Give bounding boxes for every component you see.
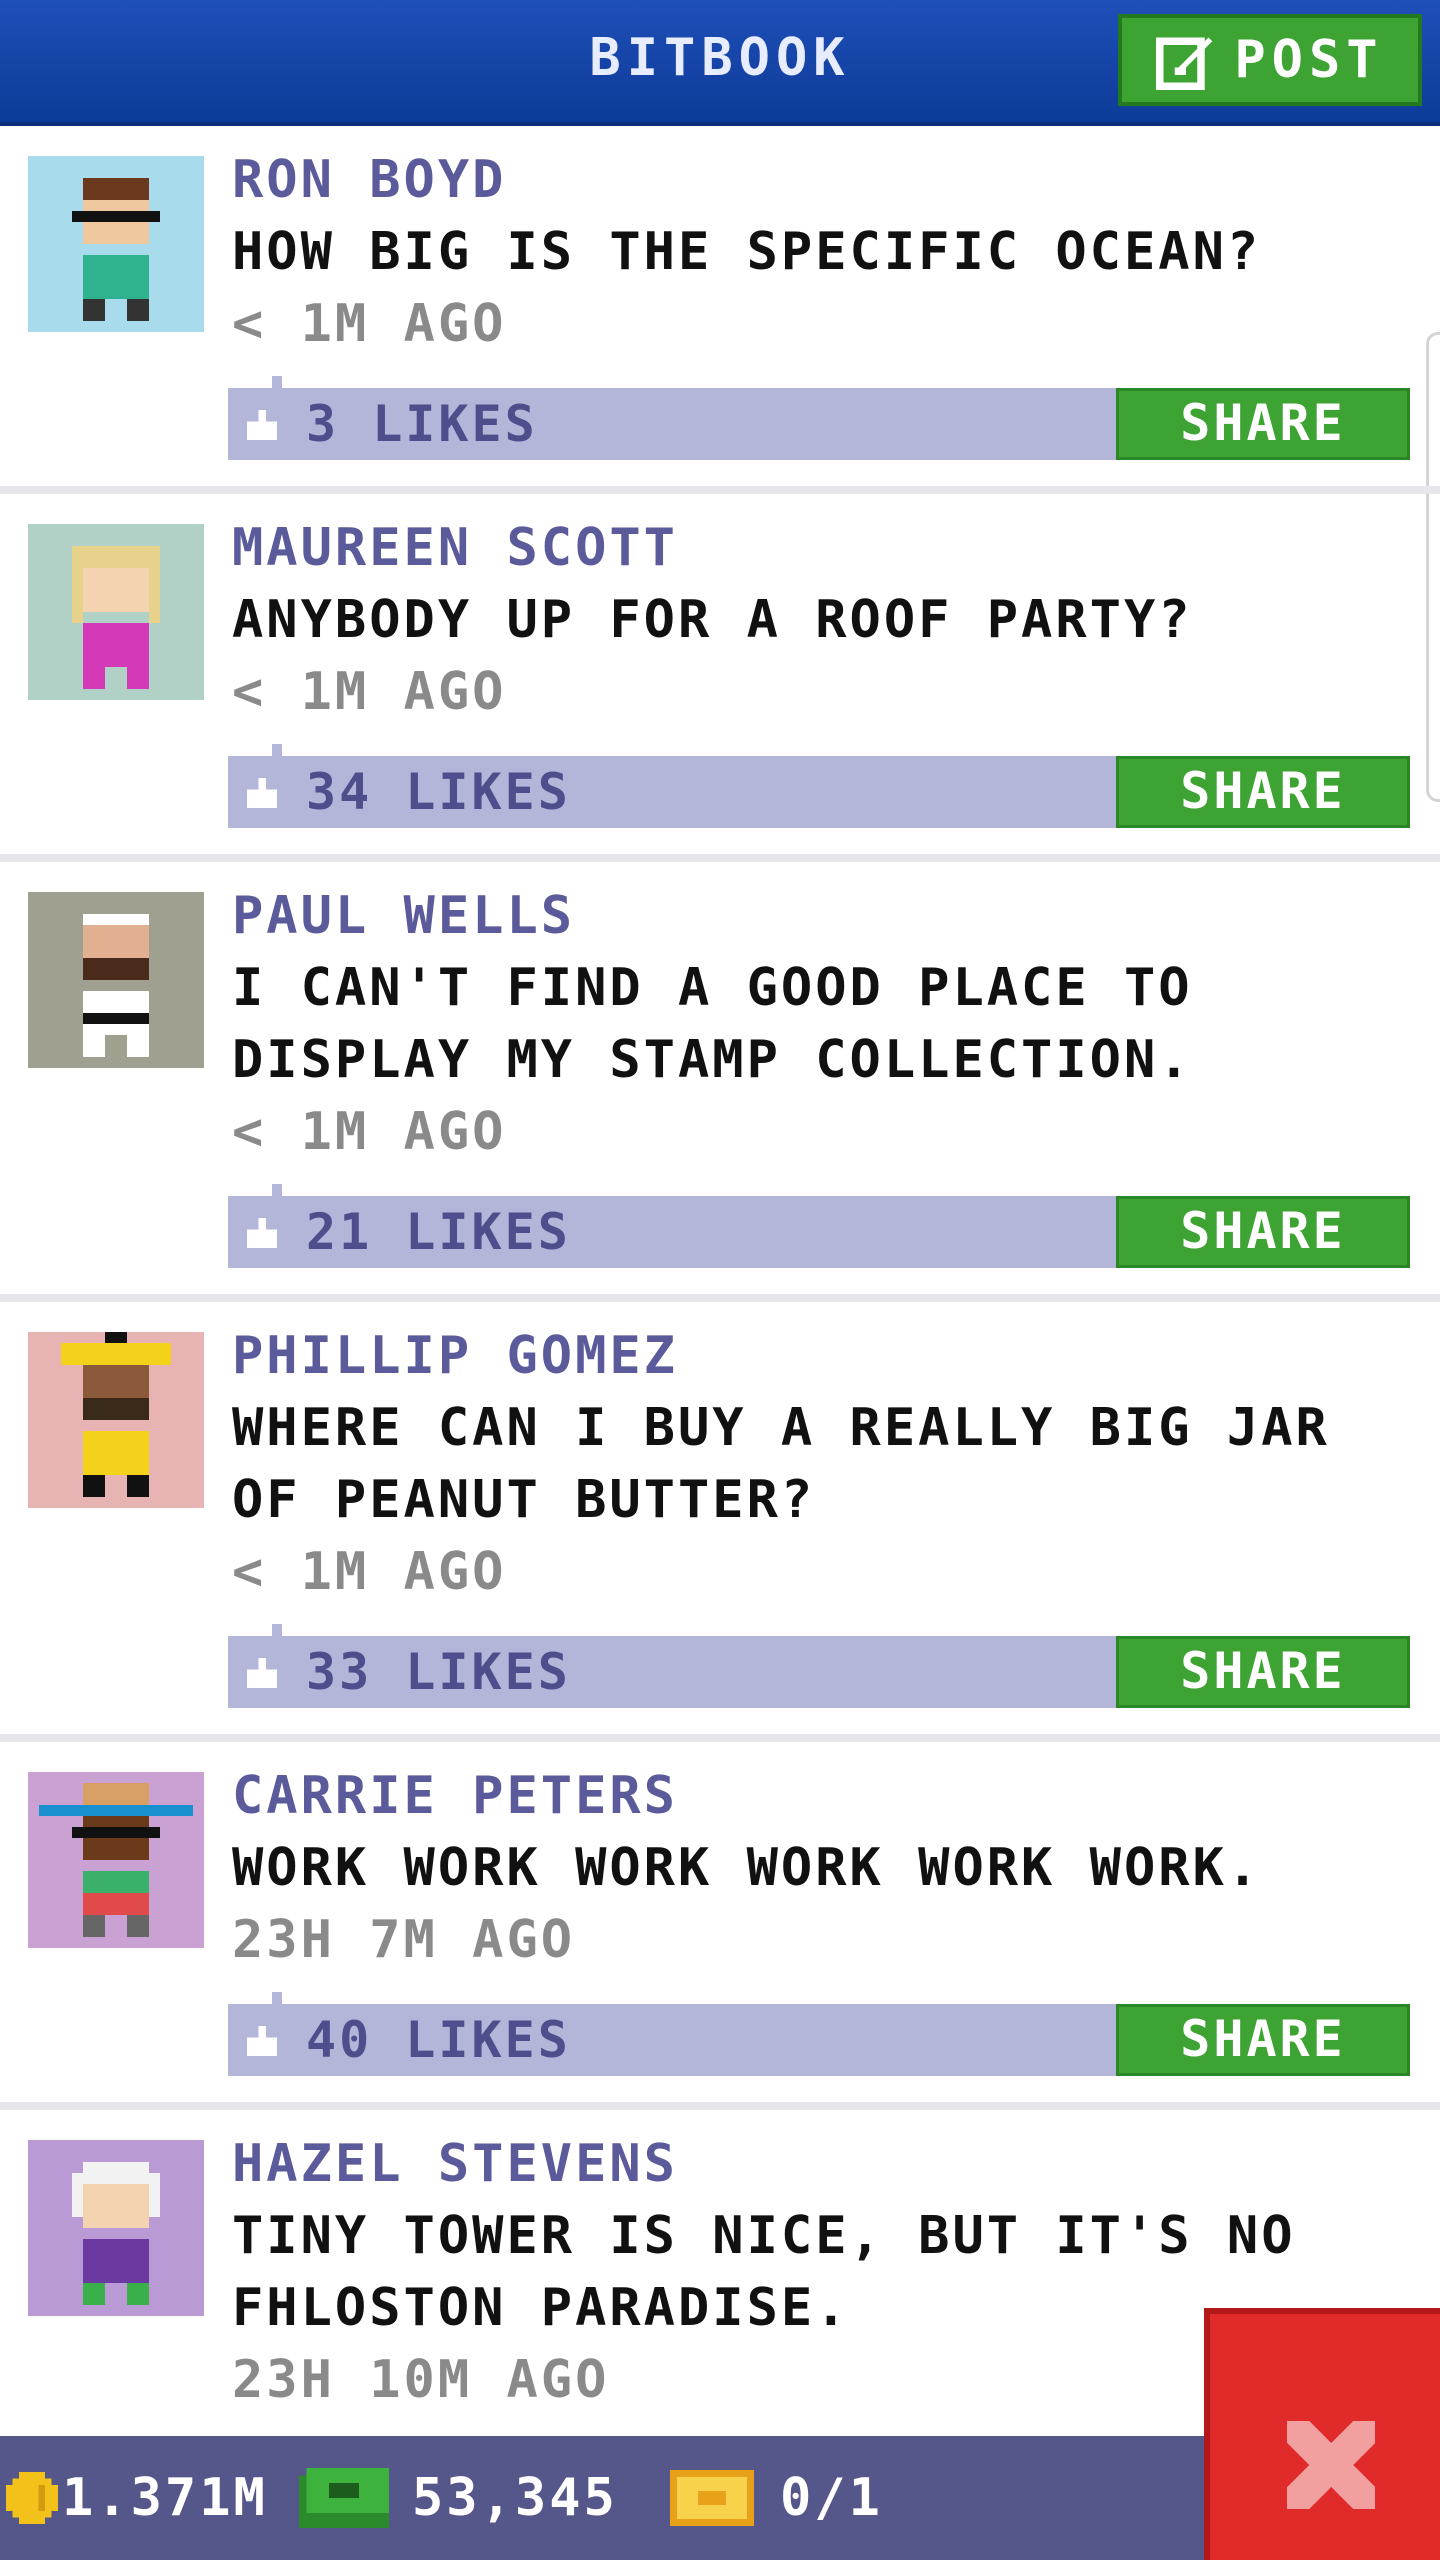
post-message: WHERE CAN I BUY A REALLY BIG JAR OF PEAN… — [232, 1398, 1330, 1530]
thumbs-up-icon — [247, 2026, 277, 2056]
coins-value: 1.371M — [62, 2468, 268, 2528]
header-bar: BITBOOK POST — [0, 0, 1440, 126]
close-icon — [1287, 2421, 1375, 2509]
tickets-counter: 0/1 — [668, 2466, 883, 2530]
post-author[interactable]: PHILLIP GOMEZ — [232, 1320, 1412, 1392]
like-count[interactable]: 33 LIKES — [306, 1636, 571, 1708]
post-message: ANYBODY UP FOR A ROOF PARTY? — [232, 590, 1193, 650]
post-author[interactable]: CARRIE PETERS — [232, 1760, 1412, 1832]
post-author[interactable]: MAUREEN SCOTT — [232, 512, 1412, 584]
share-button[interactable]: SHARE — [1116, 2004, 1410, 2076]
post-author[interactable]: RON BOYD — [232, 144, 1412, 216]
avatar — [28, 1772, 204, 1948]
post-button[interactable]: POST — [1118, 14, 1422, 106]
thumbs-up-icon — [247, 1218, 277, 1248]
post-actions-bar: 34 LIKES SHARE — [228, 744, 1410, 828]
post-time: < 1M AGO — [232, 294, 507, 354]
post-actions-bar: 3 LIKES SHARE — [228, 376, 1410, 460]
tickets-value: 0/1 — [780, 2468, 883, 2528]
post-message: I CAN'T FIND A GOOD PLACE TO DISPLAY MY … — [232, 958, 1193, 1090]
list-item: MAUREEN SCOTT ANYBODY UP FOR A ROOF PART… — [0, 494, 1440, 862]
like-count[interactable]: 34 LIKES — [306, 756, 571, 828]
post-time: < 1M AGO — [232, 1102, 507, 1162]
post-button-label: POST — [1234, 30, 1384, 90]
share-button[interactable]: SHARE — [1116, 388, 1410, 460]
edit-icon — [1156, 37, 1213, 90]
list-item: RON BOYD HOW BIG IS THE SPECIFIC OCEAN? … — [0, 126, 1440, 494]
like-count[interactable]: 3 LIKES — [306, 388, 538, 460]
share-button[interactable]: SHARE — [1116, 756, 1410, 828]
avatar — [28, 156, 204, 332]
post-actions-bar: 40 LIKES SHARE — [228, 1992, 1410, 2076]
list-item: PHILLIP GOMEZ WHERE CAN I BUY A REALLY B… — [0, 1302, 1440, 1742]
post-time: < 1M AGO — [232, 1542, 507, 1602]
avatar — [28, 524, 204, 700]
thumbs-up-icon — [247, 1658, 277, 1688]
avatar — [28, 2140, 204, 2316]
bux-counter: 53,345 — [298, 2466, 618, 2530]
post-actions-bar: 21 LIKES SHARE — [228, 1184, 1410, 1268]
post-actions-bar: 33 LIKES SHARE — [228, 1624, 1410, 1708]
share-button[interactable]: SHARE — [1116, 1636, 1410, 1708]
coin-icon — [6, 2472, 58, 2524]
thumbs-up-icon — [247, 778, 277, 808]
thumbs-up-icon — [247, 410, 277, 440]
post-time: < 1M AGO — [232, 662, 507, 722]
like-count[interactable]: 40 LIKES — [306, 2004, 571, 2076]
list-item: PAUL WELLS I CAN'T FIND A GOOD PLACE TO … — [0, 862, 1440, 1302]
avatar — [28, 892, 204, 1068]
avatar — [28, 1332, 204, 1508]
like-count[interactable]: 21 LIKES — [306, 1196, 571, 1268]
post-author[interactable]: HAZEL STEVENS — [232, 2128, 1412, 2200]
post-message: HOW BIG IS THE SPECIFIC OCEAN? — [232, 222, 1262, 282]
post-author[interactable]: PAUL WELLS — [232, 880, 1412, 952]
bux-value: 53,345 — [412, 2468, 618, 2528]
feed-list: RON BOYD HOW BIG IS THE SPECIFIC OCEAN? … — [0, 126, 1440, 2550]
bux-icon — [299, 2468, 389, 2528]
share-button[interactable]: SHARE — [1116, 1196, 1410, 1268]
coins-counter: 1.371M — [6, 2466, 268, 2530]
close-button[interactable] — [1204, 2308, 1440, 2560]
post-message: WORK WORK WORK WORK WORK WORK. — [232, 1838, 1262, 1898]
post-time: 23H 7M AGO — [232, 1910, 576, 1970]
ticket-icon — [670, 2470, 754, 2526]
list-item: CARRIE PETERS WORK WORK WORK WORK WORK W… — [0, 1742, 1440, 2110]
